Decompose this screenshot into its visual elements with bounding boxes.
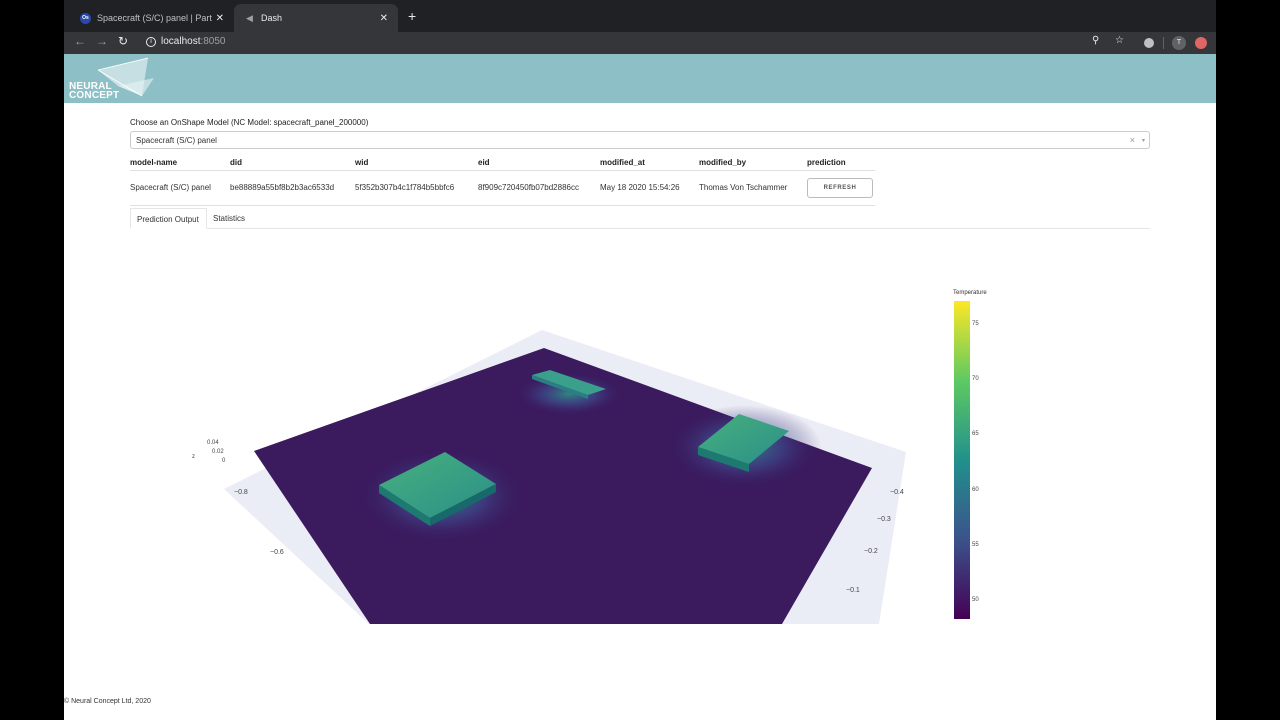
temperature-3d-plot[interactable]: 75 70 65 60 55 50 z 0.04 0.02 0 −0.8 −0.6 −0.4 −0.3 −0… xyxy=(184,289,1064,689)
clear-selection-icon[interactable]: × xyxy=(1130,135,1135,145)
column-header: modified_at xyxy=(600,155,699,171)
dropdown-selected-value: Spacecraft (S/C) panel xyxy=(136,136,217,145)
onshape-favicon-icon: Os xyxy=(80,12,91,24)
new-tab-icon[interactable]: + xyxy=(408,8,416,24)
table-cell: 8f909c720450fb07bd2886cc xyxy=(478,170,600,206)
model-dropdown[interactable]: Spacecraft (S/C) panel × ▾ xyxy=(130,131,1150,149)
table-header-row: model-name did wid eid modified_at modif… xyxy=(130,155,875,171)
column-header: wid xyxy=(355,155,478,171)
y-axis-tick-label: −0.4 xyxy=(890,489,904,496)
column-header: did xyxy=(230,155,355,171)
screen: Os Spacecraft (S/C) panel | Part S ✕ ◀ D… xyxy=(0,0,1280,720)
header-banner: NEURAL CONCEPT xyxy=(64,54,1216,103)
colorbar-tick-label: 50 xyxy=(972,597,979,603)
column-header: model-name xyxy=(130,155,230,171)
colorbar-tick-label: 55 xyxy=(972,542,979,548)
chevron-down-icon[interactable]: ▾ xyxy=(1142,137,1145,144)
forward-arrow-icon[interactable]: → xyxy=(96,34,108,48)
column-header: eid xyxy=(478,155,600,171)
table-cell: REFRESH xyxy=(807,170,875,206)
extension-icon[interactable] xyxy=(1144,38,1154,48)
address-bar[interactable]: localhost:8050 xyxy=(161,36,226,47)
reload-icon[interactable]: ↻ xyxy=(118,34,128,48)
model-info-table: model-name did wid eid modified_at modif… xyxy=(130,155,875,206)
toolbar-divider xyxy=(1163,37,1164,49)
colorbar-tick-label: 60 xyxy=(972,487,979,493)
colorbar-tick-label: 70 xyxy=(972,376,979,382)
tab-strip: Os Spacecraft (S/C) panel | Part S ✕ ◀ D… xyxy=(64,0,1216,32)
table-cell: May 18 2020 15:54:26 xyxy=(600,170,699,206)
colorbar-tick-label: 65 xyxy=(972,431,979,437)
bookmark-star-icon[interactable]: ☆ xyxy=(1115,35,1124,46)
z-axis-tick-label: 0 xyxy=(222,458,226,464)
y-axis-tick-label: −0.1 xyxy=(846,587,860,594)
table-cell: Spacecraft (S/C) panel xyxy=(130,170,230,206)
refresh-button[interactable]: REFRESH xyxy=(807,177,873,198)
table-row: Spacecraft (S/C) panel be88889a55bf8b2b3… xyxy=(130,170,875,206)
column-header: prediction xyxy=(807,155,875,171)
tab-prediction-output[interactable]: Prediction Output xyxy=(130,208,207,229)
zoom-icon[interactable]: ⚲ xyxy=(1092,35,1099,46)
model-chooser-label: Choose an OnShape Model (NC Model: space… xyxy=(130,118,369,127)
browser-menu-icon[interactable] xyxy=(1195,37,1207,49)
y-axis-tick-label: −0.3 xyxy=(877,516,891,523)
browser-window: Os Spacecraft (S/C) panel | Part S ✕ ◀ D… xyxy=(64,0,1216,720)
close-tab-icon[interactable]: ✕ xyxy=(380,13,388,24)
z-axis-label: z xyxy=(192,454,195,460)
x-axis-tick-label: −0.8 xyxy=(234,489,248,496)
back-arrow-icon[interactable]: ← xyxy=(74,34,86,48)
profile-avatar-icon[interactable]: T xyxy=(1172,36,1186,50)
table-cell: 5f352b307b4c1f784b5bbfc6 xyxy=(355,170,478,206)
dash-page: NEURAL CONCEPT Choose an OnShape Model (… xyxy=(64,54,1216,720)
browser-tab-onshape[interactable]: Os Spacecraft (S/C) panel | Part S ✕ xyxy=(70,4,234,32)
column-header: modified_by xyxy=(699,155,807,171)
logo-line: CONCEPT xyxy=(69,90,120,101)
colorbar xyxy=(954,301,970,619)
site-info-icon[interactable]: i xyxy=(146,37,156,47)
browser-tab-title: Spacecraft (S/C) panel | Part S xyxy=(97,13,212,23)
dash-icon: ◀ xyxy=(246,12,253,23)
y-axis-tick-label: −0.2 xyxy=(864,548,878,555)
logo-wordmark: NEURAL CONCEPT xyxy=(69,82,120,101)
colorbar-tick-label: 75 xyxy=(972,321,979,327)
url-port: :8050 xyxy=(200,36,226,47)
table-cell: Thomas Von Tschammer xyxy=(699,170,807,206)
close-tab-icon[interactable]: ✕ xyxy=(216,13,224,24)
z-axis-tick-label: 0.04 xyxy=(207,440,219,446)
z-axis-tick-label: 0.02 xyxy=(212,449,224,455)
footer-copyright: © Neural Concept Ltd, 2020 xyxy=(64,698,151,705)
browser-tab-title: Dash xyxy=(261,13,283,23)
output-tabs: Prediction Output Statistics xyxy=(130,208,1150,229)
x-axis-tick-label: −0.6 xyxy=(270,549,284,556)
tab-statistics[interactable]: Statistics xyxy=(207,208,257,229)
url-host: localhost xyxy=(161,36,201,47)
browser-tab-dash[interactable]: ◀ Dash ✕ xyxy=(234,4,398,32)
table-cell: be88889a55bf8b2b3ac6533d xyxy=(230,170,355,206)
browser-toolbar: ← → ↻ i localhost:8050 ⚲ ☆ T xyxy=(64,32,1216,54)
